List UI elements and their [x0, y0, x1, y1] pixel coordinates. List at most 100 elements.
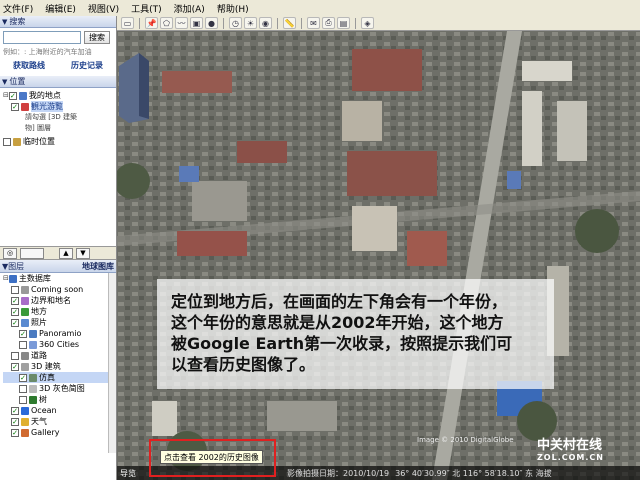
caption-line-3: 被Google Earth第一次收录，按照提示我们可	[171, 334, 513, 353]
menu-edit[interactable]: 编辑(E)	[45, 2, 76, 15]
menu-file[interactable]: 文件(F)	[3, 2, 33, 15]
layer-item[interactable]: ✓ Panoramio	[3, 328, 116, 339]
my-places-label: 我的地点	[28, 91, 61, 100]
historical-imagery-icon[interactable]: ◷	[229, 17, 242, 29]
my-places-item[interactable]: ⊟ ✓ 我的地点	[3, 90, 116, 101]
checkbox[interactable]: ✓	[11, 428, 19, 437]
expand-icon[interactable]: ⊟	[3, 273, 9, 284]
move-up-icon[interactable]: ▲	[59, 247, 73, 259]
checkbox[interactable]	[19, 384, 27, 393]
layer-label: 天气	[31, 417, 47, 426]
record-tour-icon[interactable]: ●	[205, 17, 218, 29]
road-icon	[21, 351, 29, 360]
tree-icon	[29, 395, 37, 404]
tour-desc-1: 請勾選 [3D 建築	[25, 113, 78, 121]
layers-scrollbar[interactable]	[108, 273, 116, 453]
checkbox[interactable]	[19, 395, 27, 404]
layer-item[interactable]: Coming soon	[3, 284, 116, 295]
menu-help[interactable]: 帮助(H)	[217, 2, 249, 15]
map-view[interactable]	[117, 31, 640, 480]
tour-item[interactable]: ✓ 観光游覧	[3, 101, 116, 112]
checkbox[interactable]: ✓	[11, 102, 19, 111]
layer-label: 3D 灰色简图	[39, 384, 85, 393]
photo-icon	[21, 318, 29, 327]
save-image-icon[interactable]: ▤	[337, 17, 350, 29]
google-maps-icon[interactable]: ◈	[361, 17, 374, 29]
print-icon[interactable]: ⎙	[322, 17, 335, 29]
places-panel-header[interactable]: ▼ 位置	[0, 76, 116, 88]
placemark-icon[interactable]: 📌	[145, 17, 158, 29]
border-icon	[21, 296, 29, 305]
layer-item[interactable]: 树	[3, 394, 116, 405]
search-button[interactable]: 搜索	[84, 31, 110, 44]
tour-icon	[21, 102, 29, 111]
checkbox[interactable]	[11, 285, 19, 294]
temp-places-label: 临时位置	[23, 137, 55, 146]
checkbox[interactable]: ✓	[8, 91, 17, 100]
layer-item[interactable]: ✓ Gallery	[3, 427, 116, 438]
ruler-icon[interactable]: 📏	[283, 17, 296, 29]
layer-item[interactable]: ✓ 地方	[3, 306, 116, 317]
sidebar-toggle-icon[interactable]: ▭	[121, 17, 134, 29]
ocean-icon	[21, 406, 29, 415]
collapse-triangle-icon[interactable]: ▼	[2, 78, 7, 86]
checkbox[interactable]: ✓	[11, 307, 19, 316]
folder-icon	[13, 137, 21, 146]
path-icon[interactable]: 〰	[175, 17, 188, 29]
places-filter-field[interactable]	[20, 247, 44, 259]
checkbox[interactable]: ✓	[11, 406, 19, 415]
place-icon	[21, 307, 29, 316]
checkbox[interactable]: ✓	[19, 329, 27, 338]
layers-panel-header[interactable]: ▼图层 地球图库	[0, 260, 116, 273]
layer-item[interactable]: 3D 灰色简图	[3, 383, 116, 394]
tour-desc-2: 物] 圖層	[25, 124, 51, 132]
checkbox[interactable]	[11, 351, 19, 360]
layer-label: Coming soon	[31, 285, 84, 294]
menu-add[interactable]: 添加(A)	[174, 2, 205, 15]
history-link[interactable]: 历史记录	[71, 60, 103, 71]
layer-item[interactable]: ⊟ 主数据库	[3, 273, 116, 284]
menu-tools[interactable]: 工具(T)	[131, 2, 162, 15]
building-icon	[29, 373, 37, 382]
checkbox[interactable]: ✓	[11, 417, 19, 426]
search-places-icon[interactable]: ◎	[3, 247, 17, 259]
layer-item[interactable]: ✓ 边界和地名	[3, 295, 116, 306]
layer-label: 主数据库	[18, 274, 51, 283]
layer-label: 3D 建筑	[31, 362, 61, 371]
checkbox[interactable]	[3, 137, 11, 146]
sunlight-icon[interactable]: ☀	[244, 17, 257, 29]
layer-item[interactable]: ✓ 仿真	[3, 372, 116, 383]
weather-icon	[21, 417, 29, 426]
temp-places-item[interactable]: 临时位置	[3, 136, 116, 147]
checkbox[interactable]: ✓	[11, 362, 19, 371]
directions-link[interactable]: 获取路线	[13, 60, 45, 71]
layers-header-label: 图层	[8, 261, 25, 271]
layer-item[interactable]: 道路	[3, 350, 116, 361]
checkbox[interactable]: ✓	[19, 373, 27, 382]
zol-watermark: 中关村在线 ZOL.COM.CN	[537, 434, 604, 462]
layer-item[interactable]: ✓ 天气	[3, 416, 116, 427]
watermark-en: ZOL.COM.CN	[537, 453, 604, 462]
search-input[interactable]	[3, 31, 81, 44]
move-down-icon[interactable]: ▼	[76, 247, 90, 259]
overlay-icon[interactable]: ▣	[190, 17, 203, 29]
layer-item[interactable]: ✓ 3D 建筑	[3, 361, 116, 372]
layer-item[interactable]: ✓ 照片	[3, 317, 116, 328]
menu-view[interactable]: 视图(V)	[88, 2, 119, 15]
tour-guide-button[interactable]: 导览	[120, 468, 150, 479]
earth-gallery-button[interactable]: 地球图库	[82, 261, 114, 272]
collapse-triangle-icon[interactable]: ▼	[2, 18, 7, 26]
checkbox[interactable]: ✓	[11, 318, 19, 327]
planets-icon[interactable]: ◉	[259, 17, 272, 29]
layers-tree: ⊟ 主数据库 Coming soon ✓ 边界和地名 ✓ 地方 ✓ 照片 ✓ Panora…	[0, 273, 116, 453]
globe-icon	[8, 274, 17, 283]
sidebar: ▼ 搜索 搜索 例如：: 上海附近的汽车加油 获取路线 历史记录 ▼ 位置 ⊟ ✓ …	[0, 16, 117, 480]
checkbox[interactable]: ✓	[11, 296, 19, 305]
checkbox[interactable]	[19, 340, 27, 349]
search-panel-header[interactable]: ▼ 搜索	[0, 16, 116, 28]
layer-item[interactable]: 360 Cities	[3, 339, 116, 350]
polygon-icon[interactable]: ⬠	[160, 17, 173, 29]
layer-item[interactable]: ✓ Ocean	[3, 405, 116, 416]
email-icon[interactable]: ✉	[307, 17, 320, 29]
coordinates: 36° 40′30.99″ 北 116° 58′18.10″ 东 海拔	[395, 468, 552, 478]
